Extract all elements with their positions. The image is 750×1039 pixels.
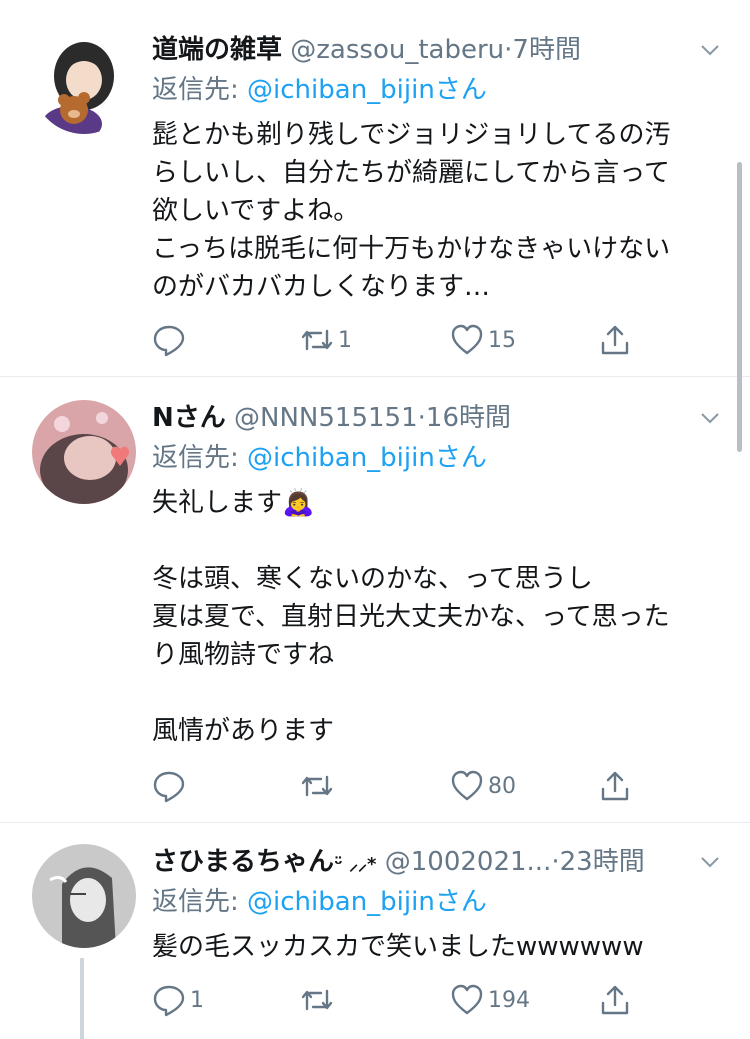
tweet[interactable]: Nさん @NNN515151·16時間 返信先: @ichiban_bijinさ… xyxy=(0,398,750,822)
reply-icon xyxy=(153,985,185,1017)
retweet-button[interactable] xyxy=(300,980,338,1020)
like-count: 80 xyxy=(488,773,516,799)
share-icon xyxy=(601,325,629,355)
like-button[interactable]: 194 xyxy=(450,980,530,1020)
reply-to-link[interactable]: @ichiban_bijinさん xyxy=(247,75,487,105)
reply-context: 返信先: @ichiban_bijinさん xyxy=(152,70,487,110)
reply-button[interactable] xyxy=(152,766,186,806)
reply-button[interactable]: 1 xyxy=(152,980,204,1020)
reply-context: 返信先: @ichiban_bijinさん xyxy=(152,438,487,478)
reply-button[interactable] xyxy=(152,320,186,360)
reply-prefix: 返信先: xyxy=(152,887,248,917)
tweet-text: 髪の毛スッカスカで笑いましたwwwwww xyxy=(152,932,644,962)
avatar-sketch-girl-icon xyxy=(32,844,136,948)
reply-to-link[interactable]: @ichiban_bijinさん xyxy=(247,443,487,473)
chevron-down-icon[interactable] xyxy=(698,850,722,874)
chevron-down-icon[interactable] xyxy=(698,406,722,430)
scrollbar[interactable] xyxy=(737,162,742,452)
avatar-pink-photo-icon xyxy=(32,400,136,504)
tweet-header: さひまるちゃんᵕ̈ ⸝⸝* @1002021...·23時間 xyxy=(152,842,645,882)
user-handle[interactable]: @NNN515151 xyxy=(234,403,418,433)
user-handle[interactable]: @1002021... xyxy=(385,847,552,877)
heart-icon xyxy=(451,770,483,801)
tweet-actions: 80 xyxy=(152,766,652,806)
chevron-down-icon[interactable] xyxy=(698,38,722,62)
retweet-icon xyxy=(301,775,333,797)
tweet-actions: 1 15 xyxy=(152,320,652,360)
heart-icon xyxy=(451,324,483,355)
retweet-button[interactable]: 1 xyxy=(300,320,352,360)
share-button[interactable] xyxy=(598,766,632,806)
avatar-girl-with-bear-icon xyxy=(32,30,136,134)
share-button[interactable] xyxy=(598,980,632,1020)
separator-dot: · xyxy=(417,403,426,433)
retweet-icon xyxy=(301,989,333,1011)
tweet-header: Nさん @NNN515151·16時間 xyxy=(152,398,511,438)
timestamp[interactable]: 16時間 xyxy=(426,403,511,433)
like-count: 194 xyxy=(488,987,530,1013)
user-handle[interactable]: @zassou_taberu xyxy=(290,35,504,65)
reply-prefix: 返信先: xyxy=(152,75,248,105)
like-button[interactable]: 80 xyxy=(450,766,516,806)
retweet-button[interactable] xyxy=(300,766,338,806)
heart-icon xyxy=(451,984,483,1015)
tweet-header: 道端の雑草 @zassou_taberu·7時間 xyxy=(152,30,581,70)
display-name[interactable]: Nさん xyxy=(152,403,226,433)
thread-connector-line xyxy=(80,958,84,1039)
timestamp[interactable]: 7時間 xyxy=(512,35,581,65)
display-name-suffix: ᵕ̈ ⸝⸝* xyxy=(334,854,377,875)
share-button[interactable] xyxy=(598,320,632,360)
timestamp[interactable]: 23時間 xyxy=(560,847,645,877)
reply-prefix: 返信先: xyxy=(152,443,248,473)
tweet[interactable]: 道端の雑草 @zassou_taberu·7時間 返信先: @ichiban_b… xyxy=(0,30,750,376)
tweet[interactable]: さひまるちゃんᵕ̈ ⸝⸝* @1002021...·23時間 返信先: @ich… xyxy=(0,842,750,1039)
reply-icon xyxy=(153,771,185,803)
reply-context: 返信先: @ichiban_bijinさん xyxy=(152,882,487,922)
avatar[interactable] xyxy=(32,30,136,134)
tweet-text: 髭とかも剃り残しでジョリジョリしてるの汚 らしいし、自分たちが綺麗にしてから言っ… xyxy=(152,120,671,302)
reply-to-link[interactable]: @ichiban_bijinさん xyxy=(247,887,487,917)
retweet-count: 1 xyxy=(338,327,352,353)
retweet-icon xyxy=(301,329,333,351)
display-name[interactable]: さひまるちゃん xyxy=(152,847,334,877)
separator-dot: · xyxy=(551,847,560,877)
reply-count: 1 xyxy=(190,987,204,1013)
avatar[interactable] xyxy=(32,844,136,948)
avatar[interactable] xyxy=(32,400,136,504)
tweet-divider xyxy=(0,822,750,823)
reply-icon xyxy=(153,325,185,357)
tweet-text: 失礼します🙇‍♀️ 冬は頭、寒くないのかな、って思うし 夏は夏で、直射日光大丈夫… xyxy=(152,488,670,746)
share-icon xyxy=(601,985,629,1015)
like-button[interactable]: 15 xyxy=(450,320,516,360)
display-name[interactable]: 道端の雑草 xyxy=(152,35,282,65)
share-icon xyxy=(601,771,629,801)
tweet-actions: 1 194 xyxy=(152,980,652,1020)
like-count: 15 xyxy=(488,327,516,353)
tweet-divider xyxy=(0,376,750,377)
